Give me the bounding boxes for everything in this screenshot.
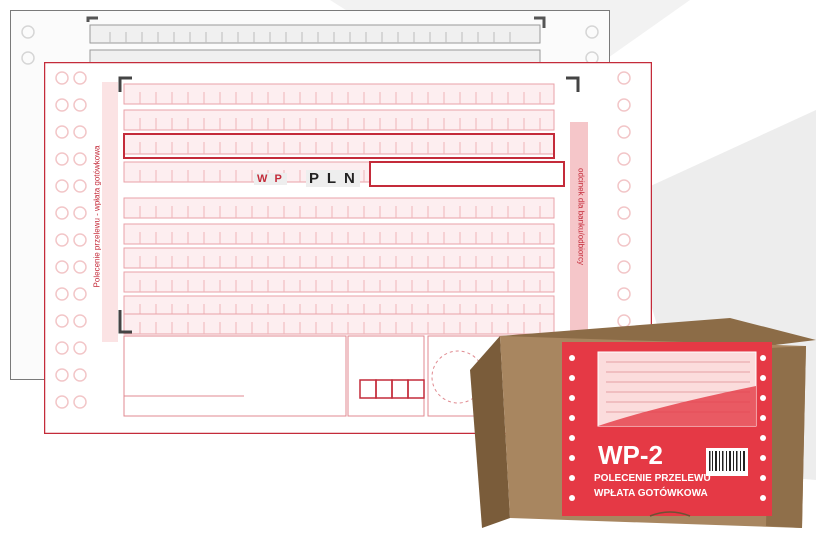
form-vertical-title-right: odcinek dla banku/odbiorcy <box>576 168 586 265</box>
box-line-2: WPŁATA GOTÓWKOWA <box>594 488 708 499</box>
box-title: WP-2 <box>598 440 663 470</box>
product-box-graphic <box>470 318 816 528</box>
box-line-1: POLECENIE PRZELEWU <box>594 473 711 484</box>
wp-code-label: W P <box>254 173 287 185</box>
form-vertical-title-left: Polecenie przelewu - wpłata gotówkowa <box>92 145 102 288</box>
currency-label: P L N <box>306 170 360 187</box>
product-box: WP-2 POLECENIE PRZELEWU WPŁATA GOTÓWKOWA <box>470 318 816 542</box>
